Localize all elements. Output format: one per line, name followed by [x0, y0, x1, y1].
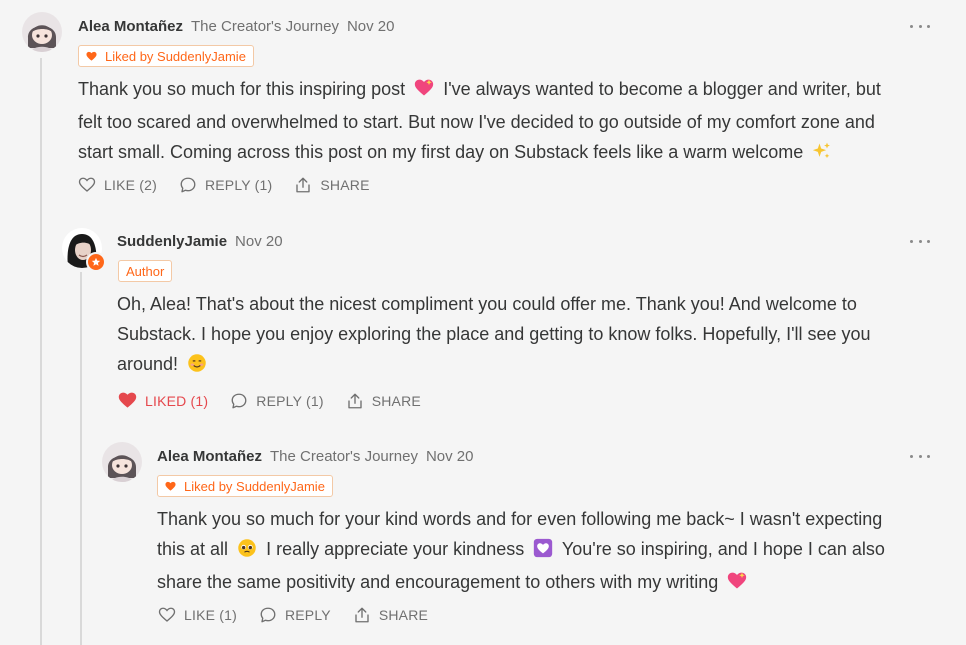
reply-label: REPLY [284, 607, 331, 623]
share-label: SHARE [371, 392, 421, 409]
pleading-face-emoji [237, 537, 257, 567]
like-button[interactable]: LIKE (2) [78, 176, 157, 194]
comment-body: Thank you so much for your kind words an… [157, 504, 947, 600]
reply-label: REPLY (1) [256, 392, 324, 409]
reply-button[interactable]: REPLY (1) [230, 392, 323, 410]
speech-bubble-icon [231, 393, 247, 408]
comment-text: this at all [157, 539, 229, 559]
publication-name[interactable]: The Creator's Journey [270, 448, 418, 465]
heart-outline-icon [158, 607, 176, 622]
author-name[interactable]: SuddenlyJamie [117, 233, 227, 250]
heart-outline-icon [78, 177, 96, 192]
comment-text: start small. Coming across this post on … [78, 142, 804, 162]
comment-text: share the same positivity and encouragem… [157, 572, 719, 592]
more-options-button[interactable] [910, 446, 930, 466]
sparkling-heart-emoji [414, 77, 434, 107]
thread-line [40, 58, 42, 645]
comment-text: You're so inspiring, and I hope I can al… [561, 539, 885, 559]
comment-text: Oh, Alea! That's about the nicest compli… [117, 294, 857, 314]
share-button[interactable]: SHARE [346, 392, 421, 410]
badge-label: Liked by SuddenlyJamie [184, 478, 325, 494]
share-button[interactable]: SHARE [353, 606, 428, 624]
speech-bubble-icon [180, 177, 196, 193]
more-options-button[interactable] [910, 16, 930, 36]
heart-icon [165, 481, 176, 491]
speech-bubble-icon [260, 607, 276, 623]
reply-label: REPLY (1) [204, 177, 273, 193]
author-name[interactable]: Alea Montañez [78, 18, 183, 35]
comment-body: Oh, Alea! That's about the nicest compli… [117, 289, 937, 382]
liked-button[interactable]: LIKED (1) [118, 391, 208, 410]
badge-label: Liked by SuddenlyJamie [105, 48, 246, 64]
comment-date[interactable]: Nov 20 [235, 233, 283, 250]
like-label: LIKED (1) [145, 392, 209, 409]
comment-body: Thank you so much for this inspiring pos… [78, 74, 938, 170]
comment-text: I've always wanted to become a blogger a… [443, 79, 881, 99]
like-button[interactable]: LIKE (1) [158, 606, 237, 624]
author-badge: Author [118, 260, 173, 282]
badge-label: Author [126, 263, 165, 279]
reply-button[interactable]: REPLY (1) [179, 176, 272, 194]
avatar[interactable] [22, 12, 62, 52]
share-icon [296, 177, 311, 193]
thread-line [80, 272, 82, 645]
comment-text: Thank you so much for this inspiring pos… [78, 79, 406, 99]
heart-icon [86, 51, 97, 61]
comment-text: Substack. I hope you enjoy exploring the… [117, 324, 871, 344]
share-icon [348, 393, 362, 408]
author-star-icon [86, 252, 106, 272]
comment-text: I really appreciate your kindness [266, 539, 525, 559]
purple-heart-emoji [533, 537, 553, 567]
liked-by-badge: Liked by SuddenlyJamie [78, 45, 254, 67]
avatar[interactable] [102, 442, 142, 482]
share-icon [355, 607, 369, 623]
reply-button[interactable]: REPLY [259, 606, 331, 624]
author-name[interactable]: Alea Montañez [157, 448, 262, 465]
comment-date[interactable]: Nov 20 [347, 18, 395, 35]
share-label: SHARE [378, 607, 429, 623]
smiling-face-emoji [187, 352, 207, 382]
like-label: LIKE (2) [104, 177, 157, 193]
heart-filled-icon [118, 392, 137, 408]
sparkles-emoji [812, 140, 832, 170]
share-label: SHARE [320, 177, 370, 193]
like-label: LIKE (1) [184, 607, 237, 623]
more-options-button[interactable] [910, 231, 930, 251]
liked-by-badge: Liked by SuddenlyJamie [157, 475, 333, 497]
sparkling-heart-emoji [727, 570, 747, 600]
comment-text: felt too scared and overwhelmed to start… [78, 112, 875, 132]
share-button[interactable]: SHARE [294, 176, 369, 194]
comment-text: around! [117, 354, 179, 374]
comment-text: Thank you so much for your kind words an… [157, 509, 883, 529]
publication-name[interactable]: The Creator's Journey [191, 18, 339, 35]
comment-date[interactable]: Nov 20 [426, 448, 474, 465]
